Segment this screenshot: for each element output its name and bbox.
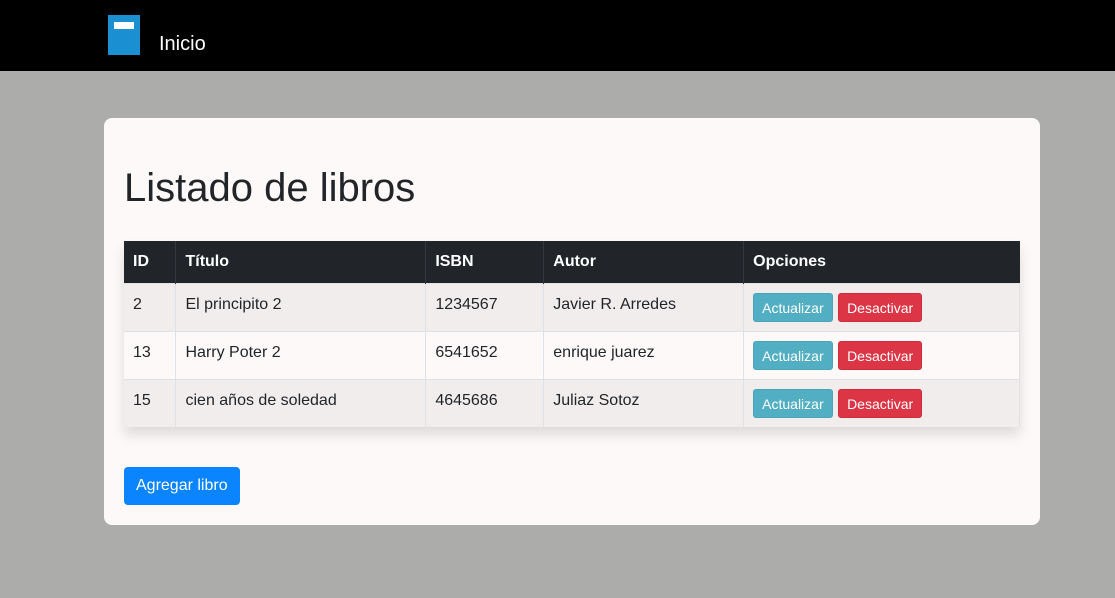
cell-id: 13 [124, 331, 177, 380]
header-isbn: ISBN [425, 241, 545, 284]
cell-autor-text: enrique juarez [553, 343, 655, 361]
table-row: 13 Harry Poter 2 6541652 enrique juarez … [124, 331, 1020, 380]
header-titulo: Título [175, 241, 427, 284]
cell-id-text: 13 [133, 343, 151, 361]
cell-titulo-text: cien años de soledad [185, 391, 337, 409]
cell-id: 15 [124, 379, 177, 427]
update-button[interactable]: Actualizar [753, 293, 833, 322]
cell-opciones: Actualizar Desactivar [743, 283, 1020, 332]
navbar: Inicio [0, 0, 1115, 71]
table-header-row: ID Título ISBN Autor Opciones [124, 241, 1020, 284]
cell-id-text: 15 [133, 391, 151, 409]
cell-opciones: Actualizar Desactivar [743, 379, 1020, 427]
add-book-button[interactable]: Agregar libro [124, 467, 240, 505]
deactivate-button[interactable]: Desactivar [838, 341, 923, 370]
cell-titulo-text: El principito 2 [185, 295, 282, 313]
cell-autor-text: Javier R. Arredes [553, 295, 676, 313]
cell-isbn: 6541652 [425, 331, 545, 380]
main-card: Listado de libros ID Título ISBN Autor O… [104, 118, 1040, 525]
book-icon[interactable] [108, 15, 140, 55]
cell-autor-text: Juliaz Sotoz [553, 391, 640, 409]
deactivate-button[interactable]: Desactivar [838, 293, 923, 322]
update-button[interactable]: Actualizar [753, 389, 833, 418]
header-opciones: Opciones [743, 241, 1020, 284]
cell-id: 2 [124, 283, 177, 332]
cell-autor: Javier R. Arredes [543, 283, 745, 332]
cell-opciones: Actualizar Desactivar [743, 331, 1020, 380]
cell-isbn: 1234567 [425, 283, 545, 332]
page-title: Listado de libros [124, 166, 416, 210]
cell-isbn-text: 4645686 [435, 391, 498, 409]
header-autor: Autor [543, 241, 745, 284]
cell-titulo: cien años de soledad [175, 379, 427, 427]
table-row: 15 cien años de soledad 4645686 Juliaz S… [124, 379, 1020, 427]
cell-titulo: Harry Poter 2 [175, 331, 427, 380]
cell-isbn-text: 6541652 [435, 343, 498, 361]
cell-id-text: 2 [133, 295, 142, 313]
deactivate-button[interactable]: Desactivar [838, 389, 923, 418]
cell-isbn: 4645686 [425, 379, 545, 427]
cell-titulo-text: Harry Poter 2 [185, 343, 281, 361]
cell-isbn-text: 1234567 [435, 295, 498, 313]
table-row: 2 El principito 2 1234567 Javier R. Arre… [124, 283, 1020, 332]
header-id: ID [124, 241, 177, 284]
update-button[interactable]: Actualizar [753, 341, 833, 370]
cell-titulo: El principito 2 [175, 283, 427, 332]
books-table-wrapper: ID Título ISBN Autor Opciones 2 El princ… [124, 241, 1020, 427]
cell-autor: enrique juarez [543, 331, 745, 380]
nav-link-inicio[interactable]: Inicio [159, 31, 206, 57]
books-table: ID Título ISBN Autor Opciones 2 El princ… [124, 241, 1020, 427]
cell-autor: Juliaz Sotoz [543, 379, 745, 427]
